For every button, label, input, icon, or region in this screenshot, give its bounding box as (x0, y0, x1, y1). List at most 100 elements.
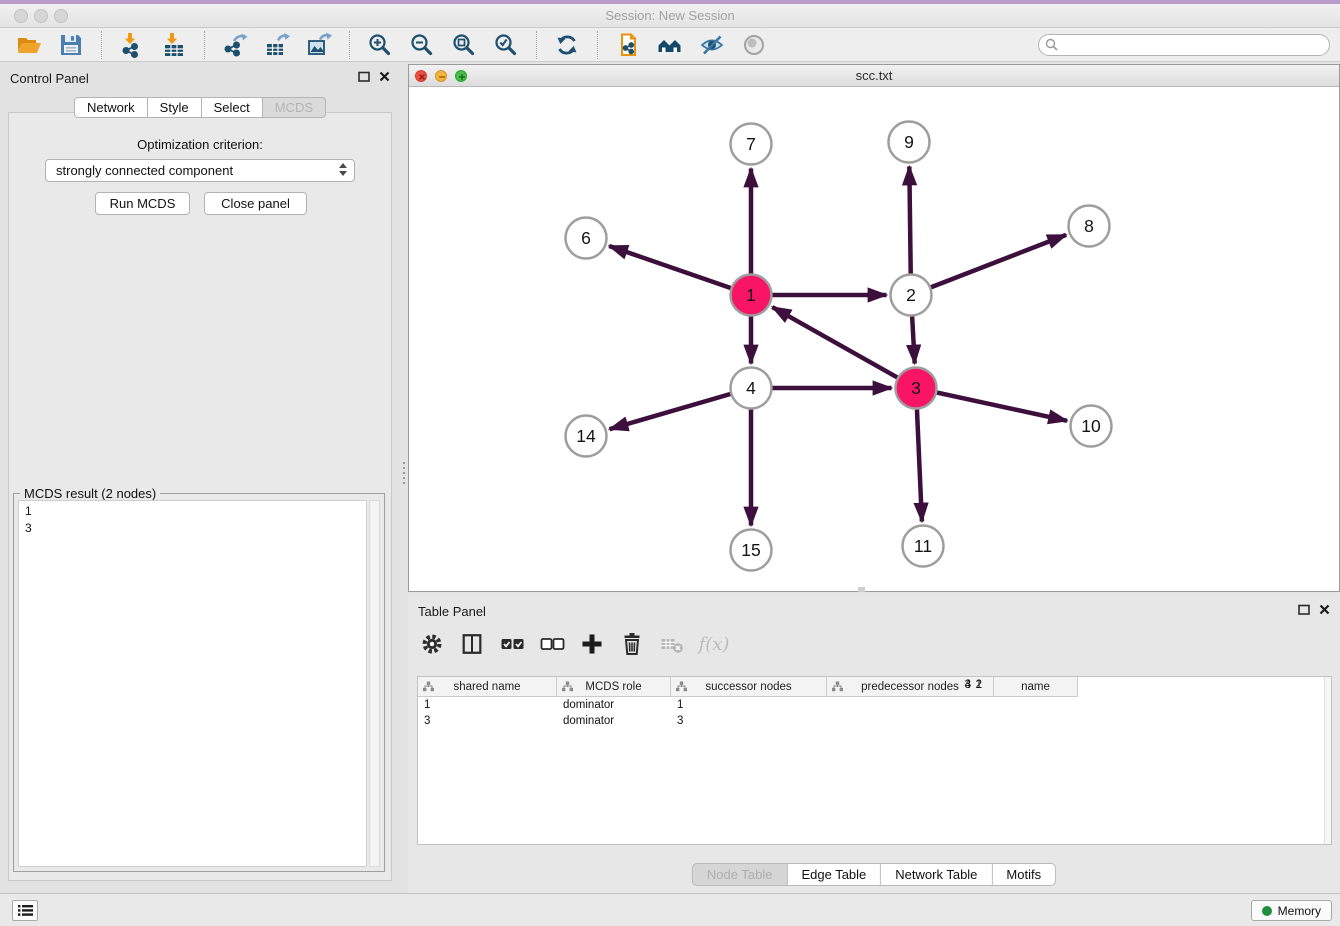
zoom-in-button[interactable] (366, 31, 394, 59)
close-panel-button[interactable]: Close panel (204, 192, 307, 215)
graph-node-15[interactable]: 15 (731, 530, 772, 571)
result-item[interactable]: 3 (19, 520, 366, 537)
select-all-button[interactable] (498, 630, 526, 658)
tab-mcds[interactable]: MCDS (263, 97, 326, 118)
export-network-button[interactable] (221, 31, 249, 59)
network-window-titlebar[interactable]: scc.txt (409, 65, 1339, 87)
zoom-out-button[interactable] (408, 31, 436, 59)
toggle-column-view-button[interactable] (458, 630, 486, 658)
graph-node-14[interactable]: 14 (566, 416, 607, 457)
app-title: Session: New Session (0, 8, 1340, 23)
svg-text:8: 8 (1084, 216, 1094, 236)
table-cell[interactable]: 2 (826, 677, 993, 844)
function-builder-button[interactable]: f(x) (698, 630, 726, 658)
column-header-MCDS-role[interactable]: MCDS role (557, 677, 671, 697)
graph-node-2[interactable]: 2 (891, 275, 932, 316)
app-titlebar: Session: New Session (0, 4, 1340, 28)
hide-selected-button[interactable] (698, 31, 726, 59)
tab-motifs[interactable]: Motifs (992, 863, 1056, 886)
mcds-result-title: MCDS result (2 nodes) (20, 486, 160, 501)
export-network-icon (222, 32, 248, 58)
task-history-button[interactable] (12, 900, 38, 921)
graph-node-11[interactable]: 11 (903, 526, 944, 567)
panel-splitter[interactable] (400, 62, 408, 893)
export-table-button[interactable] (263, 31, 291, 59)
table-cell[interactable]: 1 (418, 697, 557, 713)
graph-node-7[interactable]: 7 (731, 124, 772, 165)
graph-edge-1-6[interactable] (609, 246, 731, 288)
memory-label: Memory (1278, 904, 1321, 918)
tab-edge-table[interactable]: Edge Table (787, 863, 881, 886)
open-session-button[interactable] (15, 31, 43, 59)
network-canvas[interactable]: 7 9 6 8 1 2 4 3 14 10 15 11 (409, 87, 1339, 591)
dropdown-value: strongly connected component (56, 163, 233, 178)
graph-edge-2-9[interactable] (909, 166, 910, 273)
mcds-result-list[interactable]: 13 (18, 500, 367, 867)
graph-edge-3-10[interactable] (937, 393, 1067, 421)
graph-node-1[interactable]: 1 (731, 275, 772, 316)
graph-edge-2-8[interactable] (931, 235, 1066, 287)
add-column-button[interactable] (578, 630, 606, 658)
run-mcds-button[interactable]: Run MCDS (95, 192, 190, 215)
table-cell[interactable]: dominator (557, 713, 671, 729)
table-settings-button[interactable] (418, 630, 446, 658)
columns-icon (460, 632, 484, 656)
graph-node-9[interactable]: 9 (889, 122, 930, 163)
refresh-button[interactable] (553, 31, 581, 59)
column-header-successor-nodes[interactable]: successor nodes (671, 677, 827, 697)
graph-edge-2-3[interactable] (912, 316, 915, 363)
column-header-shared-name[interactable]: shared name (418, 677, 557, 697)
duplicate-network-button[interactable] (614, 31, 642, 59)
tab-node-table[interactable]: Node Table (692, 863, 788, 886)
table-row[interactable]: 3dominator323 (418, 713, 1331, 729)
table-cell[interactable]: dominator (557, 697, 671, 713)
table-cell[interactable]: 3 (671, 713, 755, 729)
duplicate-network-icon (615, 32, 641, 58)
graph-node-6[interactable]: 6 (566, 218, 607, 259)
network-resize-handle[interactable] (858, 587, 865, 592)
close-panel-icon[interactable] (379, 71, 390, 82)
hierarchy-icon (423, 681, 434, 692)
table-scrollbar[interactable] (1324, 677, 1331, 844)
graph-node-10[interactable]: 10 (1071, 406, 1112, 447)
column-header-name[interactable]: name (994, 677, 1078, 697)
result-scrollbar[interactable] (369, 500, 380, 867)
export-image-button[interactable] (305, 31, 333, 59)
tab-style[interactable]: Style (148, 97, 202, 118)
right-area: scc.txt 7968124314101511 Table Panel (408, 62, 1340, 893)
search-input[interactable] (1038, 34, 1330, 56)
hierarchy-icon (562, 681, 573, 692)
import-network-button[interactable] (118, 31, 146, 59)
graph-node-8[interactable]: 8 (1069, 206, 1110, 247)
delete-column-button[interactable] (618, 630, 646, 658)
delete-table-button[interactable] (658, 630, 686, 658)
graph-node-3[interactable]: 3 (896, 368, 937, 409)
show-all-button[interactable] (740, 31, 768, 59)
float-panel-icon[interactable] (358, 71, 370, 82)
table-cell[interactable]: 1 (671, 697, 755, 713)
result-item[interactable]: 1 (19, 503, 366, 520)
tab-select[interactable]: Select (202, 97, 263, 118)
zoom-selected-button[interactable] (492, 31, 520, 59)
deselect-all-button[interactable] (538, 630, 566, 658)
hierarchy-icon (676, 681, 687, 692)
table-cell[interactable]: 3 (418, 713, 557, 729)
tab-network-table[interactable]: Network Table (881, 863, 992, 886)
import-table-button[interactable] (160, 31, 188, 59)
optimization-criterion-label: Optimization criterion: (9, 137, 391, 152)
graph-edge-4-14[interactable] (610, 394, 731, 429)
optimization-criterion-select[interactable]: strongly connected component (45, 159, 355, 182)
trash-icon (619, 631, 645, 657)
tab-network[interactable]: Network (74, 97, 148, 118)
float-table-panel-icon[interactable] (1298, 604, 1310, 615)
graph-edge-3-11[interactable] (917, 409, 922, 521)
save-session-button[interactable] (57, 31, 85, 59)
memory-button[interactable]: Memory (1251, 900, 1332, 921)
graph-edge-3-1[interactable] (772, 307, 897, 377)
graph-node-4[interactable]: 4 (731, 368, 772, 409)
zoom-fit-button[interactable] (450, 31, 478, 59)
mcds-result-group: MCDS result (2 nodes) 13 (13, 493, 385, 872)
first-neighbors-button[interactable] (656, 31, 684, 59)
close-table-panel-icon[interactable] (1319, 604, 1330, 615)
toolbar-separator (101, 31, 102, 59)
